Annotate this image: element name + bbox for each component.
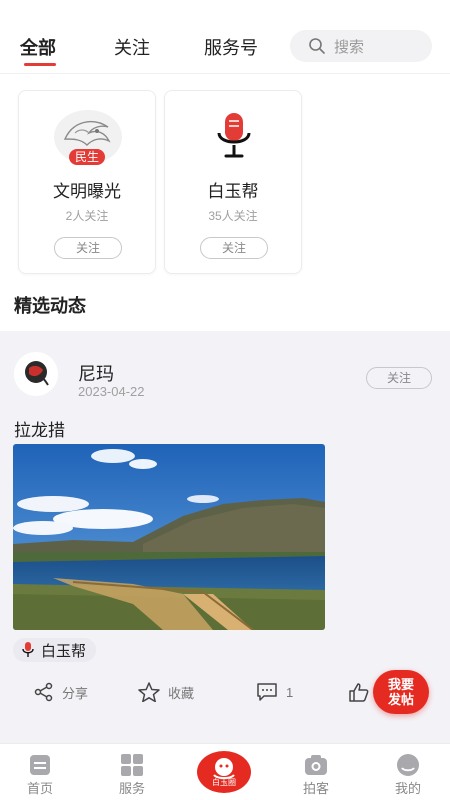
service-card-baiyubang[interactable]: 白玉帮 35人关注 关注 <box>164 90 302 274</box>
share-button[interactable]: 分享 <box>34 682 88 702</box>
nav-label: 首页 <box>26 781 53 796</box>
category-badge: 民生 <box>69 149 106 165</box>
create-post-button[interactable]: 我要 发帖 <box>373 670 429 714</box>
comment-button[interactable]: 1 <box>256 682 293 702</box>
post-author[interactable]: 尼玛 <box>78 360 114 386</box>
card-title: 白玉帮 <box>207 182 259 201</box>
share-icon <box>34 682 53 702</box>
top-tab-bar: 全部 关注 服务号 搜索 <box>0 0 450 74</box>
profile-icon <box>397 754 419 776</box>
share-label: 分享 <box>62 685 89 701</box>
service-card-wenming[interactable]: 民生 文明曝光 2人关注 关注 <box>18 90 156 274</box>
nav-mine[interactable]: 我的 <box>368 744 448 800</box>
follow-button[interactable]: 关注 <box>54 237 122 259</box>
star-icon <box>138 682 160 702</box>
nav-label: 拍客 <box>302 781 329 796</box>
microphone-icon <box>22 642 34 657</box>
follower-count: 2人关注 <box>65 209 109 223</box>
search-box[interactable]: 搜索 <box>290 30 432 62</box>
channel-tag[interactable]: 白玉帮 <box>13 638 97 662</box>
fab-line1: 我要 <box>387 677 414 692</box>
active-tab-indicator <box>24 63 56 66</box>
fab-line2: 发帖 <box>387 692 414 707</box>
avatar[interactable] <box>14 352 58 396</box>
follow-button[interactable]: 关注 <box>200 237 268 259</box>
section-title: 精选动态 <box>14 296 86 316</box>
comment-count: 1 <box>286 684 294 700</box>
search-placeholder: 搜索 <box>334 38 365 56</box>
like-button[interactable] <box>348 682 370 702</box>
nav-label: 我的 <box>394 781 421 796</box>
grid-icon <box>121 754 143 776</box>
favorite-label: 收藏 <box>168 685 195 701</box>
channel-name: 白玉帮 <box>41 642 87 660</box>
lake-landscape-image <box>13 444 325 630</box>
post-text: 拉龙措 <box>14 421 65 440</box>
microphone-icon <box>217 113 251 158</box>
comment-icon <box>257 683 277 701</box>
nav-label: 服务 <box>118 781 145 796</box>
thumbs-up-icon <box>349 683 369 702</box>
post-photo[interactable] <box>13 444 325 630</box>
search-icon <box>309 38 325 54</box>
camera-icon <box>305 755 327 775</box>
tab-all[interactable]: 全部 <box>20 34 56 60</box>
nav-home[interactable]: 首页 <box>0 744 80 800</box>
post-follow-button[interactable]: 关注 <box>366 367 432 389</box>
avatar-image <box>14 352 58 396</box>
home-icon <box>30 755 50 775</box>
post-date: 2023-04-22 <box>78 384 145 399</box>
favorite-button[interactable]: 收藏 <box>138 682 194 702</box>
nav-baiyu-circle[interactable]: 白玉圈 <box>197 751 251 793</box>
nav-services[interactable]: 服务 <box>92 744 172 800</box>
nav-label: 白玉圈 <box>212 778 236 787</box>
card-title: 文明曝光 <box>53 182 121 201</box>
tab-service-accounts[interactable]: 服务号 <box>204 34 258 60</box>
service-cards: 民生 文明曝光 2人关注 关注 白玉帮 35人关注 关注 <box>18 90 302 274</box>
tab-following[interactable]: 关注 <box>114 34 150 60</box>
nav-paike[interactable]: 拍客 <box>276 744 356 800</box>
follower-count: 35人关注 <box>208 209 258 223</box>
